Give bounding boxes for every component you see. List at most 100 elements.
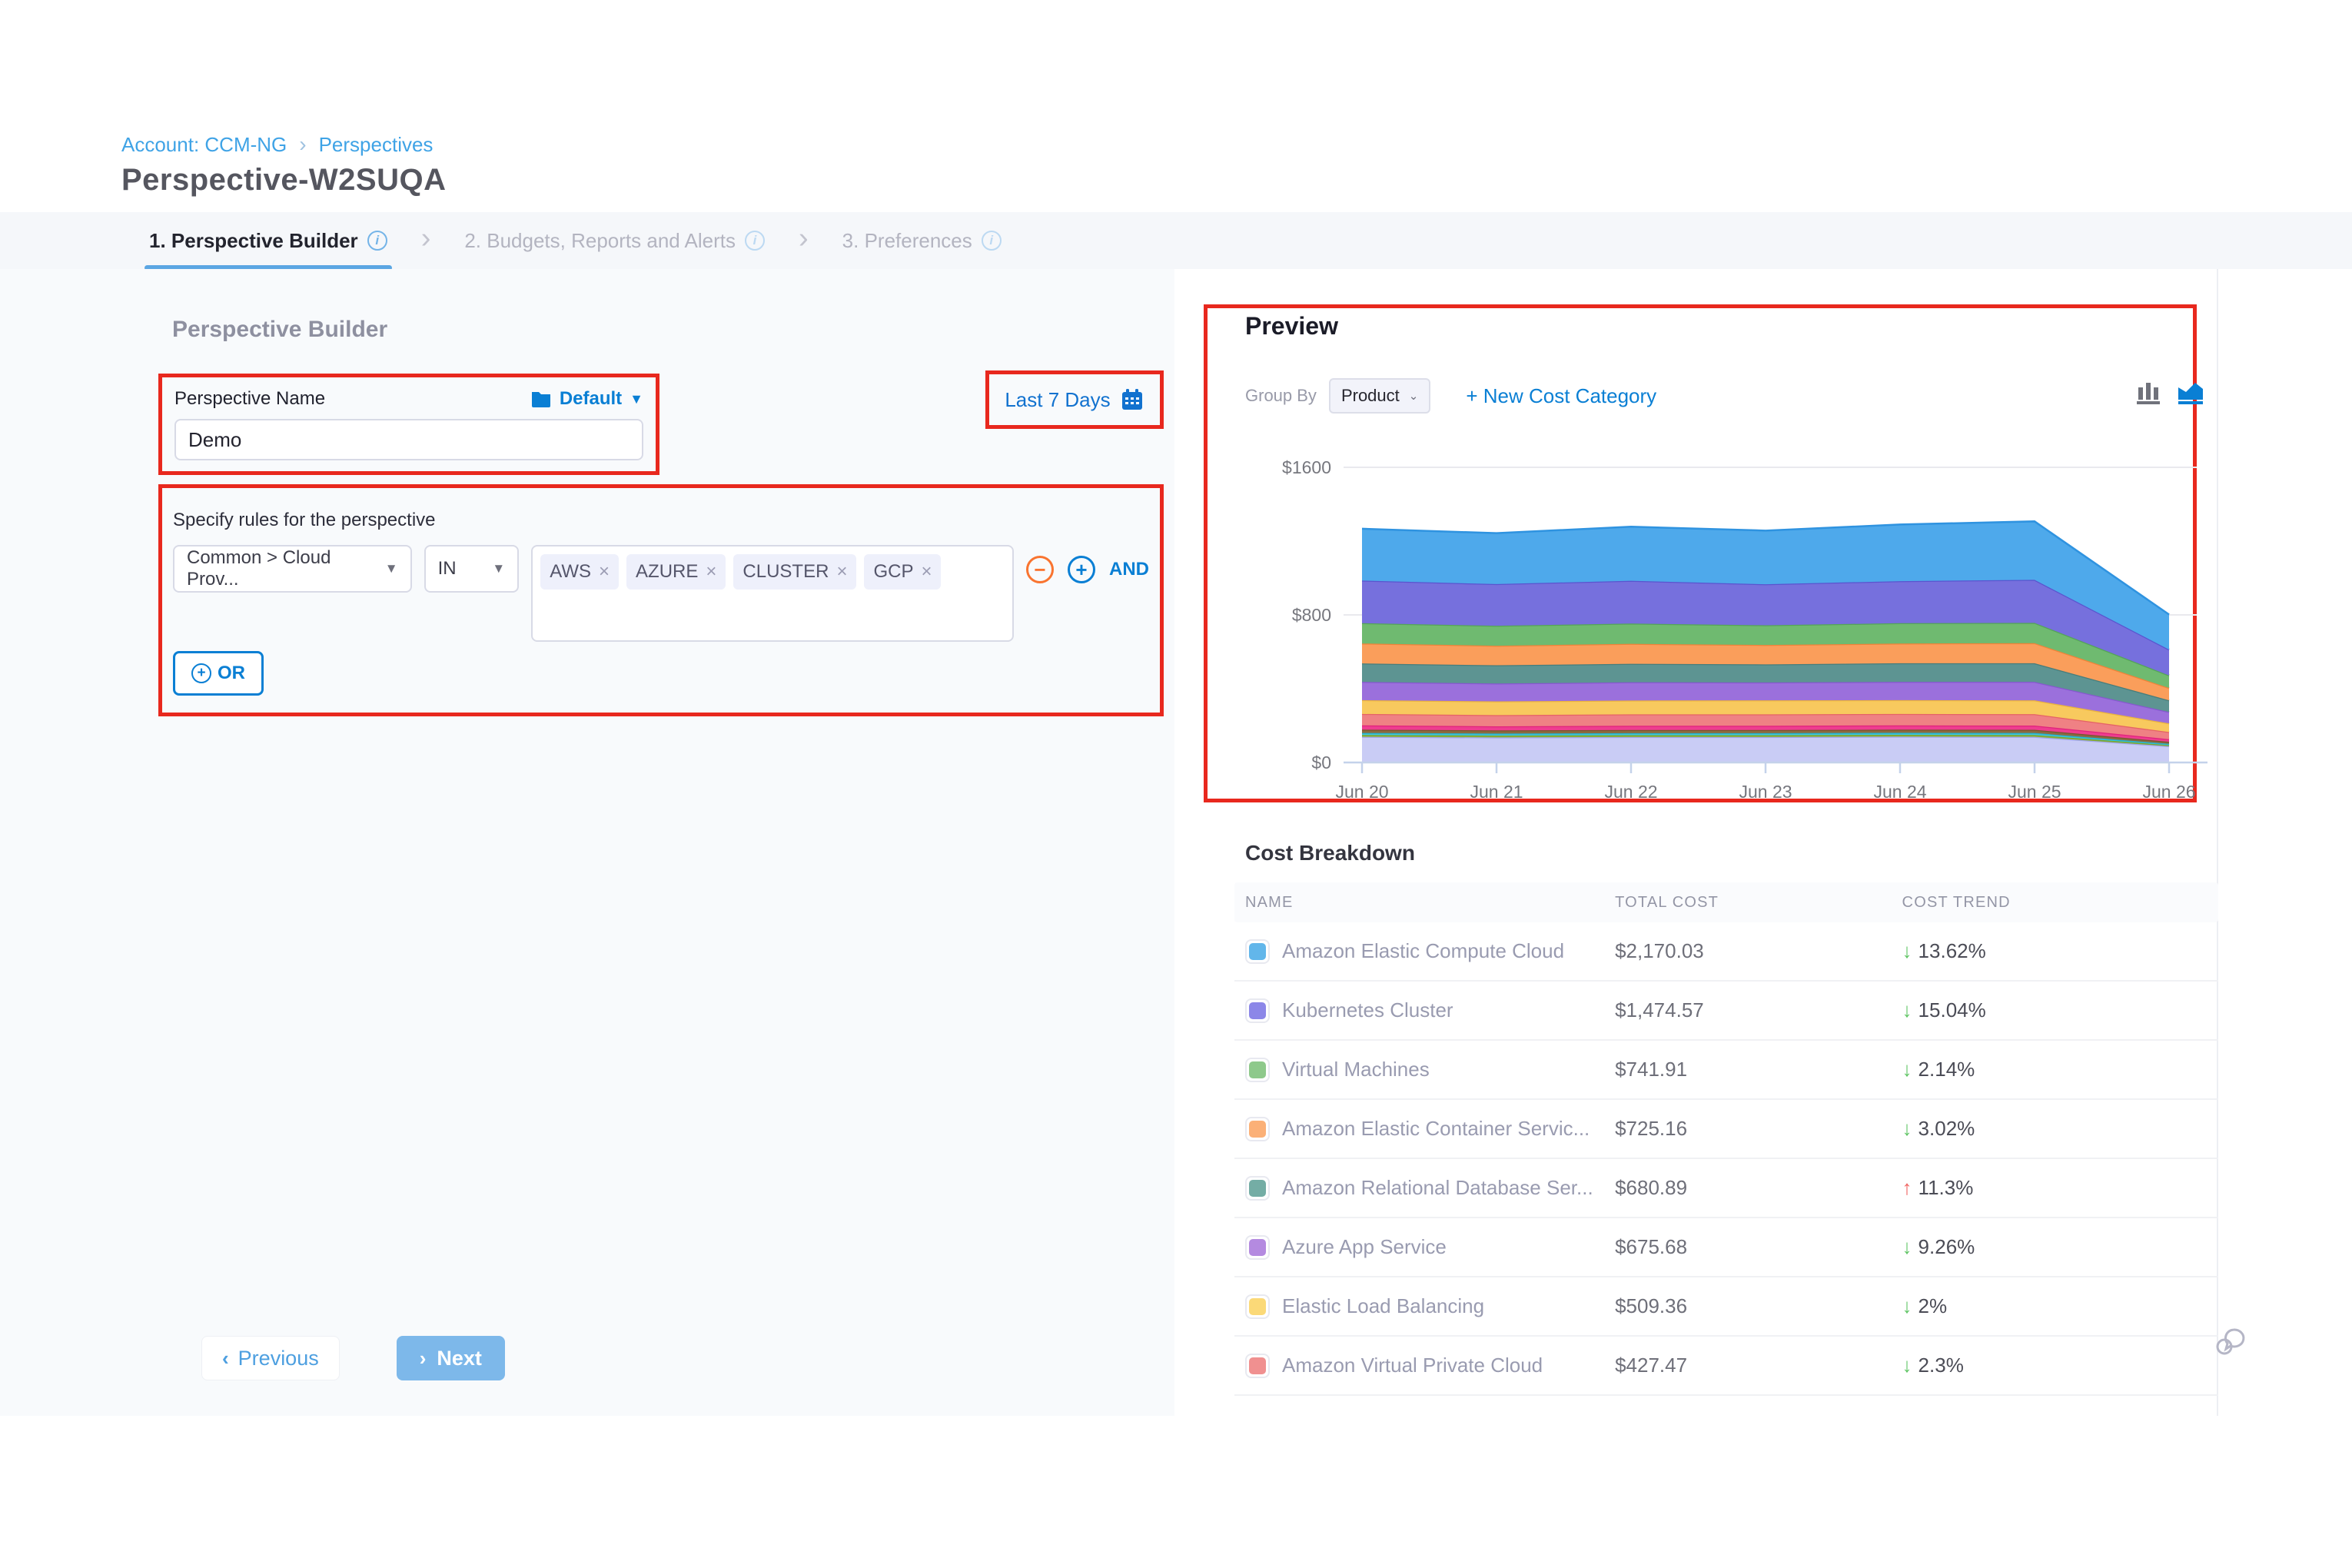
tab-label: 1. Perspective Builder xyxy=(149,229,358,253)
rule-values-input[interactable]: AWS×AZURE×CLUSTER×GCP× xyxy=(531,545,1014,642)
page-header: Account: CCM-NG › Perspectives Perspecti… xyxy=(0,0,2352,212)
previous-button[interactable]: ‹ Previous xyxy=(201,1336,340,1380)
row-name: Kubernetes Cluster xyxy=(1282,998,1453,1022)
table-row[interactable]: Elastic Load Balancing$509.36↓2% xyxy=(1234,1277,2218,1337)
table-row[interactable]: Amazon Elastic Container Servic...$725.1… xyxy=(1234,1100,2218,1159)
annotation-box-rules: Specify rules for the perspective Common… xyxy=(158,484,1164,716)
svg-text:Jun 24: Jun 24 xyxy=(1873,782,1926,802)
chip-remove-icon[interactable]: × xyxy=(921,561,932,583)
name-cell: Amazon Elastic Container Servic... xyxy=(1245,1117,1615,1141)
preview-title: Preview xyxy=(1245,312,1338,341)
column-header-cost-trend: COST TREND xyxy=(1902,894,2218,912)
row-name: Amazon Virtual Private Cloud xyxy=(1282,1354,1543,1377)
name-cell: Amazon Elastic Compute Cloud xyxy=(1245,939,1615,964)
add-or-rule-button[interactable]: + OR xyxy=(173,651,264,696)
row-total-cost: $509.36 xyxy=(1615,1294,1902,1318)
series-color-swatch xyxy=(1245,998,1270,1023)
breadcrumb: Account: CCM-NG › Perspectives xyxy=(121,132,433,157)
table-row[interactable]: Amazon Elastic Compute Cloud$2,170.03↓13… xyxy=(1234,922,2218,982)
add-rule-button[interactable]: + xyxy=(1068,556,1095,583)
row-cost-trend: ↓13.62% xyxy=(1902,939,2218,963)
name-cell: Elastic Load Balancing xyxy=(1245,1294,1615,1319)
series-color-swatch xyxy=(1245,1294,1270,1319)
row-total-cost: $725.16 xyxy=(1615,1117,1902,1141)
cost-preview-chart[interactable]: $0$800$1600Jun 20Jun 21Jun 22Jun 23Jun 2… xyxy=(1254,434,2207,802)
trend-down-icon: ↓ xyxy=(1902,1354,1912,1377)
chat-help-icon[interactable] xyxy=(2215,1324,2252,1360)
perspective-name-label: Perspective Name xyxy=(174,388,325,410)
calendar-icon xyxy=(1120,387,1144,412)
preview-toolbar: Group By Product ⌄ + New Cost Category xyxy=(1245,378,1656,414)
remove-rule-button[interactable]: − xyxy=(1026,556,1054,583)
series-color-swatch xyxy=(1245,1117,1270,1141)
folder-select[interactable]: Default ▼ xyxy=(530,388,643,410)
tab-perspective-builder[interactable]: 1. Perspective Builder i xyxy=(145,212,392,269)
svg-text:$0: $0 xyxy=(1311,752,1331,772)
trend-percent: 13.62% xyxy=(1918,939,1986,963)
row-total-cost: $427.47 xyxy=(1615,1354,1902,1377)
row-name: Elastic Load Balancing xyxy=(1282,1294,1484,1318)
chip-remove-icon[interactable]: × xyxy=(836,561,847,583)
table-row[interactable]: Virtual Machines$741.91↓2.14% xyxy=(1234,1041,2218,1100)
perspective-name-input[interactable] xyxy=(174,419,643,460)
svg-text:Jun 21: Jun 21 xyxy=(1470,782,1523,802)
trend-percent: 2% xyxy=(1918,1294,1948,1318)
table-row[interactable]: Amazon Virtual Private Cloud$427.47↓2.3% xyxy=(1234,1337,2218,1396)
annotation-box-perspective-name: Perspective Name Default ▼ xyxy=(158,374,659,475)
rule-operator-value: IN xyxy=(438,558,457,580)
group-by-value: Product xyxy=(1341,386,1400,406)
chart-type-toggles xyxy=(2134,377,2206,407)
rule-value-chip: AZURE × xyxy=(626,554,726,590)
name-cell: Azure App Service xyxy=(1245,1235,1615,1260)
chevron-right-icon: › xyxy=(799,222,809,260)
group-by-select[interactable]: Product ⌄ xyxy=(1329,378,1430,414)
row-total-cost: $1,474.57 xyxy=(1615,998,1902,1022)
name-cell: Amazon Virtual Private Cloud xyxy=(1245,1354,1615,1378)
chip-label: AZURE xyxy=(636,561,698,583)
trend-up-icon: ↑ xyxy=(1902,1176,1912,1200)
svg-text:Jun 20: Jun 20 xyxy=(1335,782,1388,802)
date-range-label: Last 7 Days xyxy=(1005,388,1110,412)
area-chart-toggle-icon[interactable] xyxy=(2175,377,2206,407)
chip-remove-icon[interactable]: × xyxy=(599,561,610,583)
chevron-right-icon: › xyxy=(421,222,431,260)
rule-value-chip: AWS × xyxy=(540,554,619,590)
folder-icon xyxy=(530,390,552,408)
row-cost-trend: ↓9.26% xyxy=(1902,1235,2218,1259)
table-body: Amazon Elastic Compute Cloud$2,170.03↓13… xyxy=(1234,922,2218,1396)
column-header-total-cost: TOTAL COST xyxy=(1615,894,1902,912)
svg-text:Jun 25: Jun 25 xyxy=(2008,782,2061,802)
previous-label: Previous xyxy=(238,1347,319,1370)
chip-remove-icon[interactable]: × xyxy=(706,561,716,583)
name-cell: Amazon Relational Database Ser... xyxy=(1245,1176,1615,1201)
table-row[interactable]: Kubernetes Cluster$1,474.57↓15.04% xyxy=(1234,982,2218,1041)
rule-field-select[interactable]: Common > Cloud Prov... ▼ xyxy=(173,545,412,593)
tab-label: 3. Preferences xyxy=(842,229,972,253)
rule-field-value: Common > Cloud Prov... xyxy=(187,547,374,590)
new-cost-category-button[interactable]: + New Cost Category xyxy=(1466,384,1656,408)
next-button[interactable]: › Next xyxy=(397,1336,505,1380)
trend-down-icon: ↓ xyxy=(1902,1117,1912,1141)
chevron-left-icon: ‹ xyxy=(222,1347,229,1370)
breadcrumb-perspectives-link[interactable]: Perspectives xyxy=(319,133,434,157)
trend-percent: 2.14% xyxy=(1918,1058,1975,1081)
date-range-picker[interactable]: Last 7 Days xyxy=(985,370,1164,429)
caret-down-icon: ▼ xyxy=(630,391,643,407)
bar-chart-toggle-icon[interactable] xyxy=(2134,377,2164,407)
next-label: Next xyxy=(437,1347,482,1370)
table-row[interactable]: Azure App Service$675.68↓9.26% xyxy=(1234,1218,2218,1277)
svg-text:Jun 22: Jun 22 xyxy=(1604,782,1657,802)
breadcrumb-account-link[interactable]: Account: CCM-NG xyxy=(121,133,287,157)
trend-percent: 9.26% xyxy=(1918,1235,1975,1259)
rule-value-chip: GCP× xyxy=(864,554,941,590)
tab-preferences[interactable]: 3. Preferences i xyxy=(838,212,1006,269)
chip-label: AWS xyxy=(550,561,591,583)
tab-budgets-reports-alerts[interactable]: 2. Budgets, Reports and Alerts i xyxy=(460,212,769,269)
cost-breakdown-title: Cost Breakdown xyxy=(1245,841,1415,865)
row-total-cost: $741.91 xyxy=(1615,1058,1902,1081)
builder-panel: Perspective Builder Perspective Name Def… xyxy=(0,269,1174,1416)
rule-operator-select[interactable]: IN ▼ xyxy=(424,545,520,593)
trend-percent: 15.04% xyxy=(1918,998,1986,1022)
table-row[interactable]: Amazon Relational Database Ser...$680.89… xyxy=(1234,1159,2218,1218)
group-by-label: Group By xyxy=(1245,386,1317,406)
